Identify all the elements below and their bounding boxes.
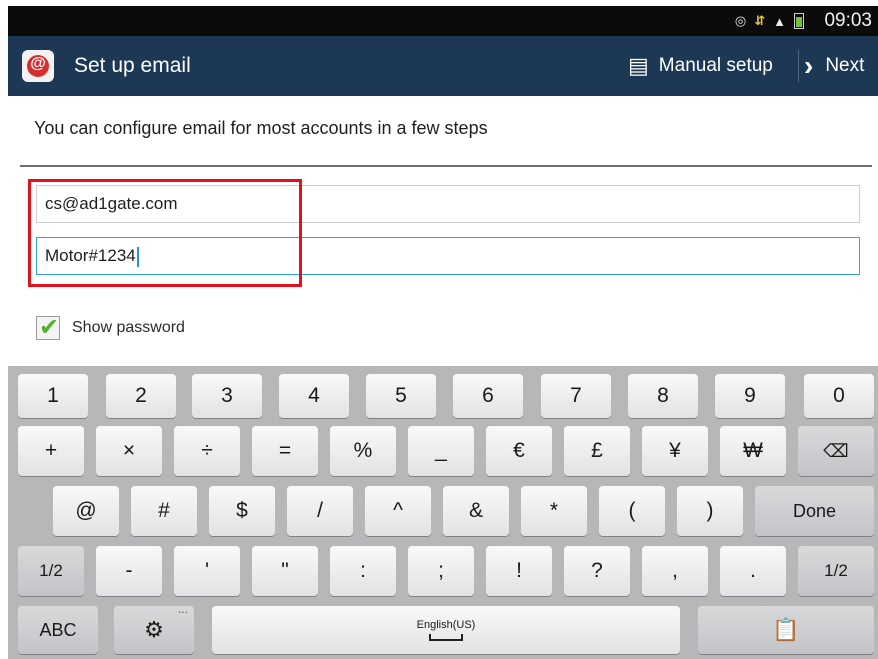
key[interactable]: +	[18, 426, 84, 476]
show-password-label: Show password	[72, 319, 185, 336]
abc-key[interactable]: ABC	[18, 606, 98, 654]
status-time: 09:03	[824, 10, 872, 31]
key[interactable]: 5	[366, 374, 436, 418]
backspace-key[interactable]: ⌫	[798, 426, 874, 476]
key[interactable]: !	[486, 546, 552, 596]
settings-key[interactable]: ⚙ ...	[114, 602, 194, 654]
key[interactable]: *	[521, 486, 587, 536]
done-key[interactable]: Done	[755, 486, 874, 536]
status-icons: ◎ ⇵ ▲	[735, 13, 804, 29]
key[interactable]: (	[599, 486, 665, 536]
key[interactable]: -	[96, 546, 162, 596]
key[interactable]: 4	[279, 374, 349, 418]
manual-setup-label: Manual setup	[658, 55, 773, 76]
key[interactable]: ¥	[642, 426, 708, 476]
data-icon: ⇵	[754, 13, 766, 28]
credentials-highlight-box	[28, 179, 302, 287]
clipboard-key[interactable]: 📋	[698, 606, 874, 654]
key[interactable]: .	[720, 546, 786, 596]
battery-icon	[794, 13, 804, 29]
key[interactable]: 1	[18, 374, 88, 418]
key[interactable]: 9	[715, 374, 785, 418]
key[interactable]: _	[408, 426, 474, 476]
key[interactable]: 2	[106, 374, 176, 418]
key[interactable]: €	[486, 426, 552, 476]
key[interactable]: '	[174, 546, 240, 596]
key[interactable]: 6	[453, 374, 523, 418]
screen-title: Set up email	[74, 54, 191, 77]
key[interactable]: ,	[642, 546, 708, 596]
manual-setup-button[interactable]: ▤ Manual setup	[628, 46, 773, 86]
space-bar-icon	[429, 634, 463, 641]
key[interactable]: ^	[365, 486, 431, 536]
key[interactable]: ₩	[720, 426, 786, 476]
on-screen-keyboard: 1 2 3 4 5 6 7 8 9 0 + × ÷ = % _ € £ ¥ ₩ …	[8, 366, 878, 659]
key[interactable]: ;	[408, 546, 474, 596]
key[interactable]: )	[677, 486, 743, 536]
space-key[interactable]: English(US)	[212, 606, 680, 654]
show-password-row[interactable]: Show password	[36, 313, 185, 342]
chevron-right-icon: ›	[804, 50, 814, 81]
key[interactable]: 8	[628, 374, 698, 418]
key[interactable]: "	[252, 546, 318, 596]
key[interactable]: ÷	[174, 426, 240, 476]
clipboard-icon: 📋	[772, 617, 800, 642]
key[interactable]: &	[443, 486, 509, 536]
gear-icon: ⚙	[144, 617, 164, 642]
key[interactable]: 3	[192, 374, 262, 418]
page-toggle-key-right[interactable]: 1/2	[798, 546, 874, 596]
key[interactable]: $	[209, 486, 275, 536]
key[interactable]: @	[53, 486, 119, 536]
setup-form: You can configure email for most account…	[8, 96, 878, 366]
key[interactable]: :	[330, 546, 396, 596]
key[interactable]: £	[564, 426, 630, 476]
screen: ◎ ⇵ ▲ 09:03 @ Set up email ▤ Manual setu…	[8, 6, 878, 659]
key[interactable]: %	[330, 426, 396, 476]
key[interactable]: =	[252, 426, 318, 476]
backspace-icon: ⌫	[823, 440, 849, 461]
next-label: Next	[825, 55, 865, 76]
key[interactable]: 0	[804, 374, 874, 418]
key[interactable]: 7	[541, 374, 611, 418]
space-key-language: English(US)	[416, 619, 476, 631]
email-app-icon: @	[22, 50, 54, 82]
signal-icon: ▲	[773, 13, 786, 29]
key[interactable]: /	[287, 486, 353, 536]
page-toggle-key-left[interactable]: 1/2	[18, 546, 84, 596]
show-password-checkbox[interactable]	[36, 313, 60, 342]
more-options-dots: ...	[177, 602, 188, 616]
status-bar: ◎ ⇵ ▲ 09:03	[8, 6, 878, 36]
action-divider	[798, 50, 799, 82]
header-divider	[20, 165, 872, 167]
key[interactable]: ×	[96, 426, 162, 476]
action-bar: @ Set up email ▤ Manual setup › Next	[8, 36, 878, 96]
instructions-text: You can configure email for most account…	[34, 118, 488, 138]
next-button[interactable]: › Next	[804, 46, 864, 86]
manual-setup-icon: ▤	[628, 53, 649, 78]
key[interactable]: ?	[564, 546, 630, 596]
eye-icon: ◎	[734, 13, 747, 28]
key[interactable]: #	[131, 486, 197, 536]
